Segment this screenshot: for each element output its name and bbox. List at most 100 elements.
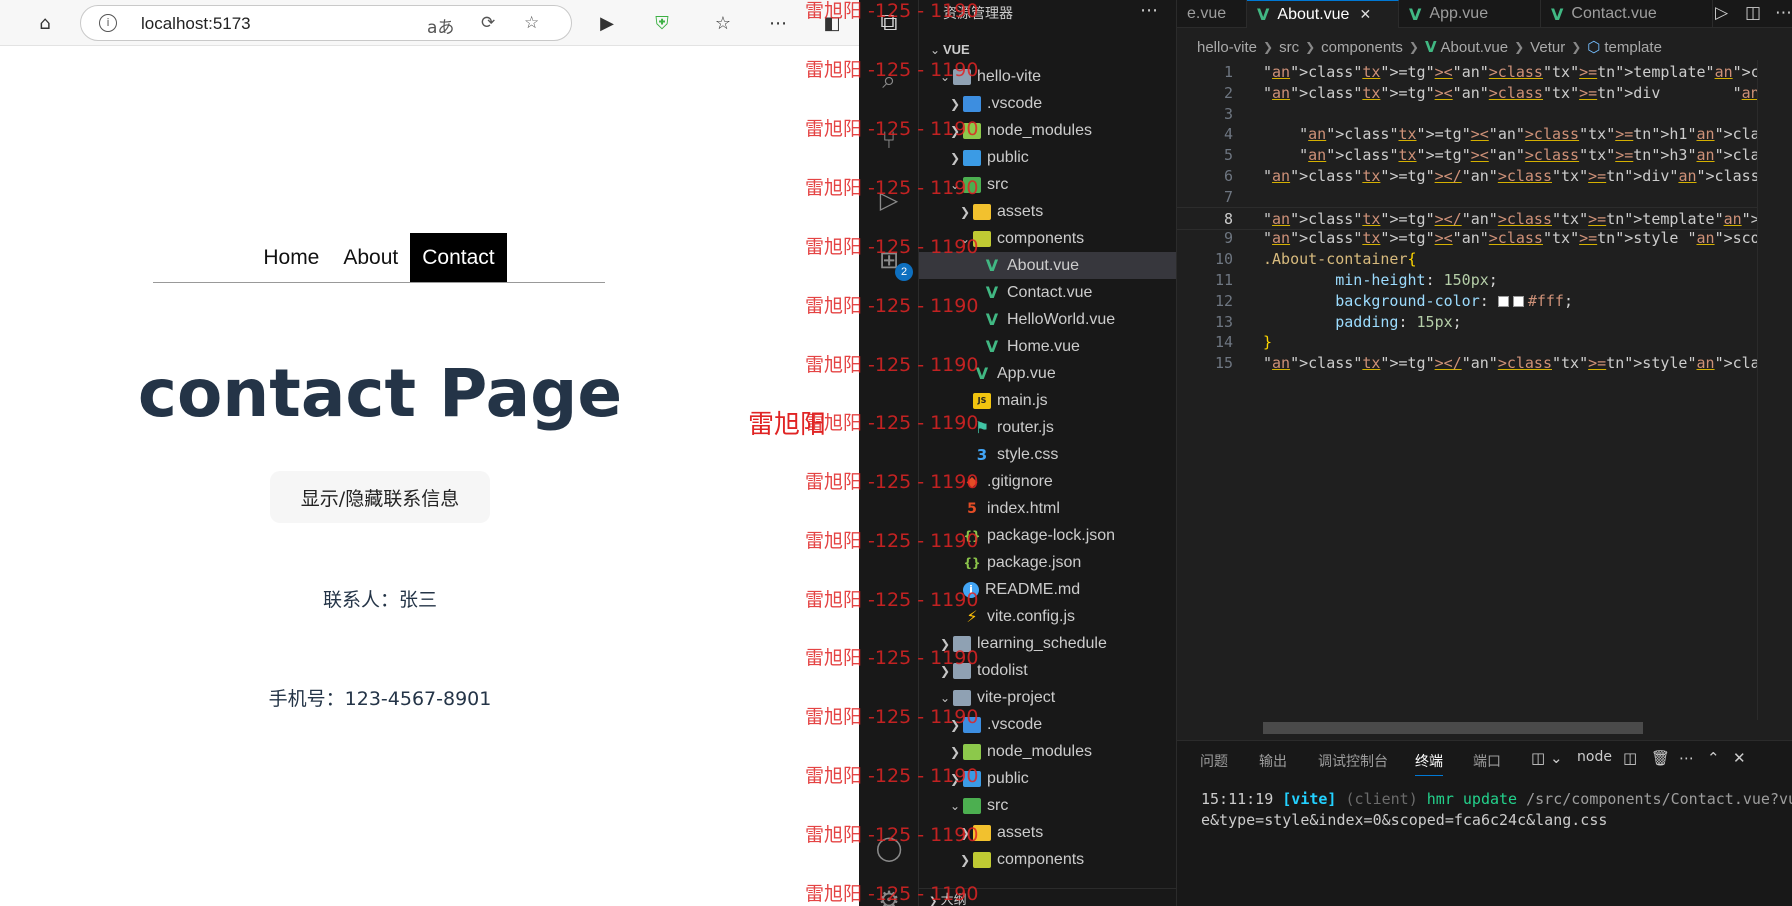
tree-item[interactable]: {} package.json [919, 549, 1176, 576]
tree-item-label: README.md [985, 580, 1081, 598]
tab-about-vue[interactable]: V About.vue ✕ [1247, 0, 1399, 28]
tab-contact-vue[interactable]: V Contact.vue [1541, 0, 1713, 28]
breadcrumb-item[interactable]: About.vue [1441, 39, 1509, 56]
code-line[interactable]: 15 "an">class"tx">=tg"></"an">class"tx">=… [1177, 352, 1757, 375]
code-line[interactable]: 9 "an">class"tx">=tg"><"an">class"tx">=tn… [1177, 227, 1757, 250]
tree-item[interactable]: ❯ .vscode [919, 90, 1176, 117]
favorite-star-icon[interactable]: ☆ [524, 13, 539, 33]
tree-item-label: src [987, 796, 1009, 814]
minimap[interactable] [1757, 60, 1792, 720]
tree-item-label: index.html [987, 499, 1060, 517]
tree-item[interactable]: ⌄ src [919, 792, 1176, 819]
home-icon[interactable]: ⌂ [31, 9, 59, 37]
code-line[interactable]: 2 "an">class"tx">=tg"><"an">class"tx">=tn… [1177, 82, 1757, 105]
tree-item-label: node_modules [987, 742, 1092, 760]
panel-tab-problems[interactable]: 问题 [1200, 751, 1228, 771]
panel-tab-ports[interactable]: 端口 [1473, 751, 1501, 771]
play-icon[interactable]: ▶ [593, 9, 621, 37]
html-icon: 5 [967, 500, 977, 517]
terminal-profile[interactable]: node [1577, 749, 1612, 765]
kill-terminal-icon[interactable]: 🗑 [1651, 749, 1670, 767]
breadcrumb-item[interactable]: Vetur [1530, 39, 1565, 56]
panel-tab-debug-console[interactable]: 调试控制台 [1318, 751, 1388, 771]
split-editor-icon[interactable]: ◫ [1745, 3, 1761, 23]
tree-item[interactable]: 5 index.html [919, 495, 1176, 522]
tree-item[interactable]: ❯ public [919, 144, 1176, 171]
watermark-text: 雷旭阳 -125 - 1190 [805, 295, 979, 317]
refresh-icon[interactable]: ⟳ [481, 13, 495, 33]
horizontal-scrollbar[interactable] [1263, 722, 1643, 734]
editor-more-icon[interactable]: ⋯ [1775, 3, 1792, 23]
code-editor[interactable]: 1 "an">class"tx">=tg"><"an">class"tx">=tn… [1177, 61, 1757, 721]
tab-bar: e.vue V About.vue ✕ V App.vue V Contact.vue … [1177, 0, 1792, 28]
close-panel-icon[interactable]: ✕ [1733, 749, 1746, 767]
panel-more-icon[interactable]: ⋯ [1679, 749, 1694, 767]
breadcrumb-item[interactable]: components [1321, 39, 1403, 56]
address-bar[interactable]: i localhost:5173 aあ ⟳ ☆ [80, 5, 572, 41]
code-line[interactable]: 13 padding: 15px; [1177, 311, 1757, 334]
watermark-text: 雷旭阳 -125 - 1190 [805, 824, 979, 846]
site-info-icon[interactable]: i [99, 14, 117, 32]
tree-item[interactable]: ❯ components [919, 846, 1176, 873]
code-line[interactable]: 6 "an">class"tx">=tg"></"an">class"tx">=t… [1177, 165, 1757, 188]
more-icon[interactable]: ⋯ [764, 9, 792, 37]
tree-item[interactable]: 3 style.css [919, 441, 1176, 468]
breadcrumb-item[interactable]: template [1604, 39, 1662, 56]
terminal-time: 15:11:19 [1201, 790, 1274, 808]
read-aloud-icon[interactable]: aあ [427, 13, 454, 38]
tree-item-label: HelloWorld.vue [1007, 310, 1116, 328]
watermark-text: 雷旭阳 -125 - 1190 [805, 177, 979, 199]
code-line[interactable]: 7 [1177, 186, 1757, 209]
panel-tab-output[interactable]: 输出 [1259, 751, 1287, 771]
close-tab-icon[interactable]: ✕ [1359, 6, 1371, 23]
sidebar-more-icon[interactable]: ⋯ [1140, 0, 1158, 21]
code-line[interactable]: 5 "an">class"tx">=tg"><"an">class"tx">=t… [1177, 144, 1757, 167]
terminal-layout-icon[interactable]: ◫ ⌄ [1531, 749, 1563, 767]
tree-item-label: public [987, 769, 1029, 787]
code-line[interactable]: 4 "an">class"tx">=tg"><"an">class"tx">=t… [1177, 123, 1757, 146]
code-text: background-color: #fff; [1335, 291, 1573, 310]
shield-extension-icon[interactable]: ⛨ [648, 9, 676, 37]
watermark-name: 雷旭阳 [748, 410, 827, 440]
nav-contact-link[interactable]: Contact [410, 233, 507, 282]
nav-about-link[interactable]: About [331, 233, 410, 282]
tree-item-label: .gitignore [987, 472, 1053, 490]
watermark-text: 雷旭阳 -125 - 1190 [805, 706, 979, 728]
maximize-panel-icon[interactable]: ⌃ [1707, 749, 1720, 767]
json-icon: {} [963, 555, 981, 570]
tab-partial[interactable]: e.vue [1177, 0, 1247, 28]
breadcrumb-item[interactable]: src [1279, 39, 1299, 56]
tree-item-label: router.js [997, 418, 1054, 436]
tree-item-label: .vscode [987, 94, 1043, 112]
code-line[interactable]: 3 [1177, 103, 1757, 126]
code-line[interactable]: 1 "an">class"tx">=tg"><"an">class"tx">=tn… [1177, 61, 1757, 84]
terminal-vite-tag: [vite] [1282, 790, 1337, 808]
chevron-right-icon: ❯ [1305, 40, 1316, 54]
vue-icon: V [985, 336, 999, 356]
tree-item[interactable]: ❯ assets [919, 198, 1176, 225]
code-line[interactable]: 8 "an">class"tx">=tg"></"an">class"tx">=t… [1177, 206, 1757, 230]
code-line[interactable]: 11 min-height: 150px; [1177, 269, 1757, 292]
symbol-icon: ⬡ [1587, 39, 1601, 56]
breadcrumb-item[interactable]: hello-vite [1197, 39, 1257, 56]
code-line[interactable]: 10 .About-container{ [1177, 248, 1757, 271]
bottom-panel: 问题 输出 调试控制台 终端 端口 ◫ ⌄ node ◫ 🗑 ⋯ ⌃ ✕ 15:… [1177, 740, 1792, 906]
code-text: "an">class"tx">=tg"><"an">class"tx">=tn"… [1263, 83, 1757, 102]
url-text[interactable]: localhost:5173 [141, 14, 251, 34]
toggle-contact-button[interactable]: 显示/隐藏联系信息 [270, 471, 490, 523]
code-line[interactable]: 14} [1177, 331, 1757, 354]
code-text: padding: 15px; [1335, 312, 1462, 331]
vue-file-icon: V [1424, 38, 1437, 56]
tree-item-label: public [987, 148, 1029, 166]
tab-app-vue[interactable]: V App.vue [1399, 0, 1541, 28]
tree-item-label: App.vue [997, 364, 1056, 382]
code-line[interactable]: 12 background-color: #fff; [1177, 290, 1757, 313]
split-terminal-icon[interactable]: ◫ [1623, 749, 1637, 767]
line-number: 13 [1214, 312, 1233, 331]
run-icon[interactable]: ▷ [1715, 3, 1728, 23]
panel-tab-terminal[interactable]: 终端 [1415, 751, 1443, 776]
watermark-text: 雷旭阳 -125 - 1190 [805, 236, 979, 258]
favorites-icon[interactable]: ☆ [709, 9, 737, 37]
nav-home-link[interactable]: Home [251, 233, 331, 282]
chevron-right-icon: ❯ [959, 204, 971, 219]
